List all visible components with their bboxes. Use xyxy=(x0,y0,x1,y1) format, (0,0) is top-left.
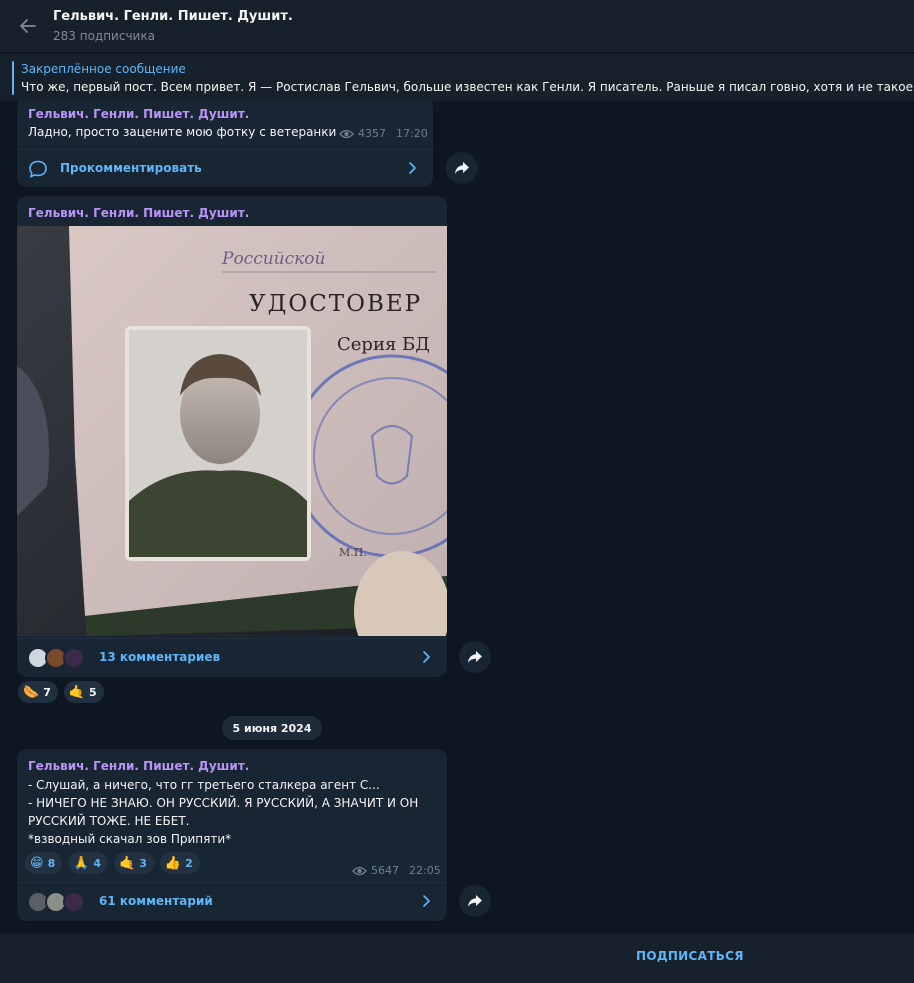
chevron-right-icon xyxy=(423,895,430,907)
eye-icon xyxy=(339,129,354,138)
message-author[interactable]: Гельвич. Генли. Пишет. Душит. xyxy=(28,206,249,220)
share-icon xyxy=(468,651,482,663)
photo-caption-2: УДОСТОВЕР xyxy=(249,291,422,317)
share-icon xyxy=(455,162,469,174)
comment-button[interactable]: 61 комментарий xyxy=(17,882,447,920)
photo-caption-1: Российской xyxy=(221,249,325,269)
reaction-chip[interactable]: 👍 2 xyxy=(159,852,200,874)
reaction-emoji: 🤙 xyxy=(119,855,136,871)
pinned-text: Что же, первый пост. Всем привет. Я — Ро… xyxy=(21,80,914,94)
pinned-label: Закреплённое сообщение xyxy=(21,62,186,76)
photo-stamp-text: М.П. xyxy=(339,546,367,559)
avatar xyxy=(63,891,85,913)
photo-caption-3: Серия БД xyxy=(337,334,430,355)
chat-header: Гельвич. Генли. Пишет. Душит. 283 подпис… xyxy=(0,0,914,52)
message-author[interactable]: Гельвич. Генли. Пишет. Душит. xyxy=(28,107,249,121)
reaction-chip[interactable]: 🙏 4 xyxy=(68,852,109,874)
channel-title[interactable]: Гельвич. Генли. Пишет. Душит. xyxy=(53,9,293,24)
message-meta: 4357 17:20 xyxy=(339,127,428,140)
message-meta: 5647 22:05 xyxy=(352,864,441,877)
view-count: 5647 xyxy=(371,864,399,877)
reaction-count: 7 xyxy=(43,685,51,699)
commenter-avatars xyxy=(27,647,91,669)
message-text-line: - Слушай, а ничего, что гг третьего стал… xyxy=(28,778,380,792)
share-button[interactable] xyxy=(459,885,491,917)
message-text-line: РУССКИЙ ТОЖЕ. НЕ ЕБЕТ. xyxy=(28,814,190,828)
reaction-count: 8 xyxy=(47,856,56,870)
chevron-right-icon xyxy=(423,651,430,663)
reaction-chip[interactable]: 😁 8 xyxy=(25,852,63,874)
message-bubble: Гельвич. Генли. Пишет. Душит. Российской… xyxy=(17,196,447,677)
subscribe-bar: ПОДПИСАТЬСЯ xyxy=(0,933,914,983)
share-icon xyxy=(468,895,482,907)
comment-label: 61 комментарий xyxy=(99,894,213,908)
view-count: 4357 xyxy=(358,127,386,140)
reaction-emoji: 👍 xyxy=(164,855,182,871)
reactions-bar: 🌭 7 🤙 5 xyxy=(18,681,104,703)
reactions-bar: 😁 8 🙏 4 🤙 3 👍 2 xyxy=(25,852,200,874)
footer-bar: ПОДПИСАТЬСЯ xyxy=(0,932,914,983)
photo-image: Российской УДОСТОВЕР Серия БД М.П. xyxy=(17,226,447,636)
message-time: 22:05 xyxy=(409,864,441,877)
message-text-line: *взводный скачал зов Припяти* xyxy=(28,832,232,846)
comment-icon xyxy=(29,160,47,178)
message-text-line: - НИЧЕГО НЕ ЗНАЮ. ОН РУССКИЙ. Я РУССКИЙ,… xyxy=(28,796,419,810)
commenter-avatars xyxy=(27,891,91,913)
date-separator: 5 июня 2024 xyxy=(222,716,322,740)
reaction-count: 5 xyxy=(89,685,97,699)
share-button[interactable] xyxy=(459,641,491,673)
comment-label: 13 комментариев xyxy=(99,650,221,664)
back-arrow-icon[interactable] xyxy=(17,15,39,37)
message-text: Ладно, просто зацените мою фотку с ветер… xyxy=(28,125,337,139)
reaction-emoji: 🌭 xyxy=(23,684,40,700)
reaction-count: 2 xyxy=(185,856,193,870)
message-feed[interactable]: Гельвич. Генли. Пишет. Душит. Ладно, про… xyxy=(0,101,914,932)
reaction-emoji: 🤙 xyxy=(68,684,86,700)
message-bubble: Гельвич. Генли. Пишет. Душит. Ладно, про… xyxy=(17,101,433,187)
reaction-emoji: 🙏 xyxy=(73,855,90,871)
reaction-emoji: 😁 xyxy=(30,855,44,871)
reaction-count: 4 xyxy=(93,856,102,870)
message-bubble: Гельвич. Генли. Пишет. Душит. - Слушай, … xyxy=(17,749,447,921)
chevron-right-icon xyxy=(409,162,416,174)
pinned-message[interactable]: Закреплённое сообщение Что же, первый по… xyxy=(0,53,914,101)
message-time: 17:20 xyxy=(396,127,428,140)
reaction-chip[interactable]: 🤙 3 xyxy=(114,852,154,874)
subscriber-count: 283 подписчика xyxy=(53,29,155,43)
comment-button[interactable]: Прокомментировать xyxy=(17,149,433,187)
message-photo[interactable]: Российской УДОСТОВЕР Серия БД М.П. xyxy=(17,226,447,636)
share-button[interactable] xyxy=(446,152,478,184)
message-author[interactable]: Гельвич. Генли. Пишет. Душит. xyxy=(28,759,249,773)
comment-label: Прокомментировать xyxy=(60,161,202,175)
pinned-indicator xyxy=(12,61,14,95)
subscribe-button[interactable]: ПОДПИСАТЬСЯ xyxy=(636,949,744,963)
avatar xyxy=(63,647,85,669)
reaction-chip[interactable]: 🤙 5 xyxy=(63,681,104,703)
reaction-count: 3 xyxy=(139,856,147,870)
eye-icon xyxy=(352,866,367,875)
reaction-chip[interactable]: 🌭 7 xyxy=(18,681,58,703)
comment-button[interactable]: 13 комментариев xyxy=(17,638,447,676)
